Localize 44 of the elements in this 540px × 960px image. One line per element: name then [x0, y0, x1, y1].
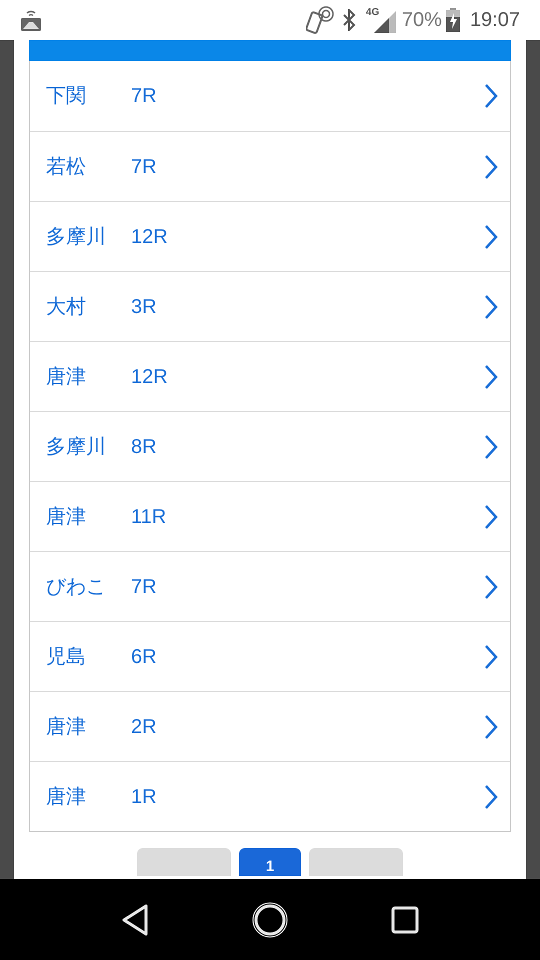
venue-name: 多摩川 — [46, 224, 107, 250]
back-icon[interactable] — [121, 904, 149, 936]
venue-name: 唐津 — [46, 784, 87, 810]
chevron-right-icon — [484, 714, 498, 740]
race-number: 3R — [131, 294, 158, 320]
chevron-right-icon — [484, 574, 498, 600]
recents-icon[interactable] — [391, 906, 419, 934]
bluetooth-icon — [342, 9, 356, 31]
venue-name: びわこ — [46, 574, 107, 600]
venue-name: 唐津 — [46, 504, 87, 530]
chevron-right-icon — [484, 224, 498, 250]
chevron-right-icon — [484, 83, 498, 109]
chevron-right-icon — [484, 784, 498, 810]
chevron-right-icon — [484, 364, 498, 390]
venue-name: 下関 — [46, 84, 87, 109]
chevron-right-icon — [484, 504, 498, 530]
venue-name: 多摩川 — [46, 434, 107, 460]
venue-name: 唐津 — [46, 364, 87, 390]
race-number: 2R — [131, 714, 158, 740]
race-number: 11R — [131, 504, 168, 530]
cast-icon — [20, 8, 42, 32]
chevron-right-icon — [484, 434, 498, 460]
battery-charging-icon — [446, 8, 460, 32]
chevron-right-icon — [484, 644, 498, 670]
network-type: 4G — [366, 6, 380, 20]
venue-name: 唐津 — [46, 714, 87, 740]
venue-name: 大村 — [46, 294, 87, 320]
chevron-right-icon — [484, 154, 498, 180]
battery-percent: 70% — [402, 8, 442, 33]
page-button[interactable]: 1 — [239, 848, 301, 876]
race-number: 7R — [131, 154, 158, 180]
race-number: 8R — [131, 434, 158, 460]
race-number: 7R — [131, 574, 158, 600]
race-number: 12R — [131, 364, 169, 390]
chevron-right-icon — [484, 294, 498, 320]
venue-name: 児島 — [46, 644, 87, 670]
race-number: 6R — [131, 644, 158, 670]
home-icon[interactable] — [251, 900, 289, 938]
race-number: 1R — [131, 784, 158, 810]
nfc-phone-icon — [306, 5, 334, 35]
race-number: 12R — [131, 224, 169, 250]
race-number: 7R — [131, 84, 158, 109]
clock: 19:07 — [470, 8, 520, 33]
venue-name: 若松 — [46, 154, 87, 180]
